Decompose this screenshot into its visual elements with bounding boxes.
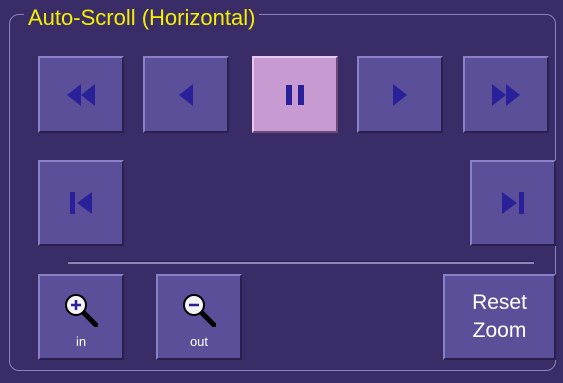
step-back-icon	[179, 83, 193, 106]
zoom-in-button[interactable]: in	[38, 274, 124, 360]
fast-forward-button[interactable]	[463, 56, 549, 133]
step-forward-icon	[393, 83, 407, 106]
go-to-start-button[interactable]	[38, 160, 124, 246]
panel-title: Auto-Scroll (Horizontal)	[24, 5, 260, 31]
pause-button[interactable]	[252, 56, 338, 133]
skip-to-start-icon	[70, 192, 92, 214]
go-to-end-button[interactable]	[470, 160, 556, 246]
reset-zoom-label: Reset Zoom	[472, 291, 527, 342]
reset-zoom-button[interactable]: Reset Zoom	[443, 274, 556, 360]
step-back-button[interactable]	[143, 56, 229, 133]
magnifier-plus-icon	[64, 293, 98, 327]
step-forward-button[interactable]	[357, 56, 443, 133]
divider	[68, 261, 534, 264]
pause-icon	[286, 84, 304, 105]
fast-forward-icon	[492, 83, 520, 106]
skip-to-end-icon	[502, 192, 524, 214]
zoom-out-label: out	[189, 334, 209, 349]
fast-rewind-icon	[67, 83, 95, 106]
fast-rewind-button[interactable]	[38, 56, 124, 133]
zoom-out-button[interactable]: out	[156, 274, 242, 360]
magnifier-minus-icon	[182, 293, 216, 327]
zoom-in-label: in	[75, 334, 87, 349]
